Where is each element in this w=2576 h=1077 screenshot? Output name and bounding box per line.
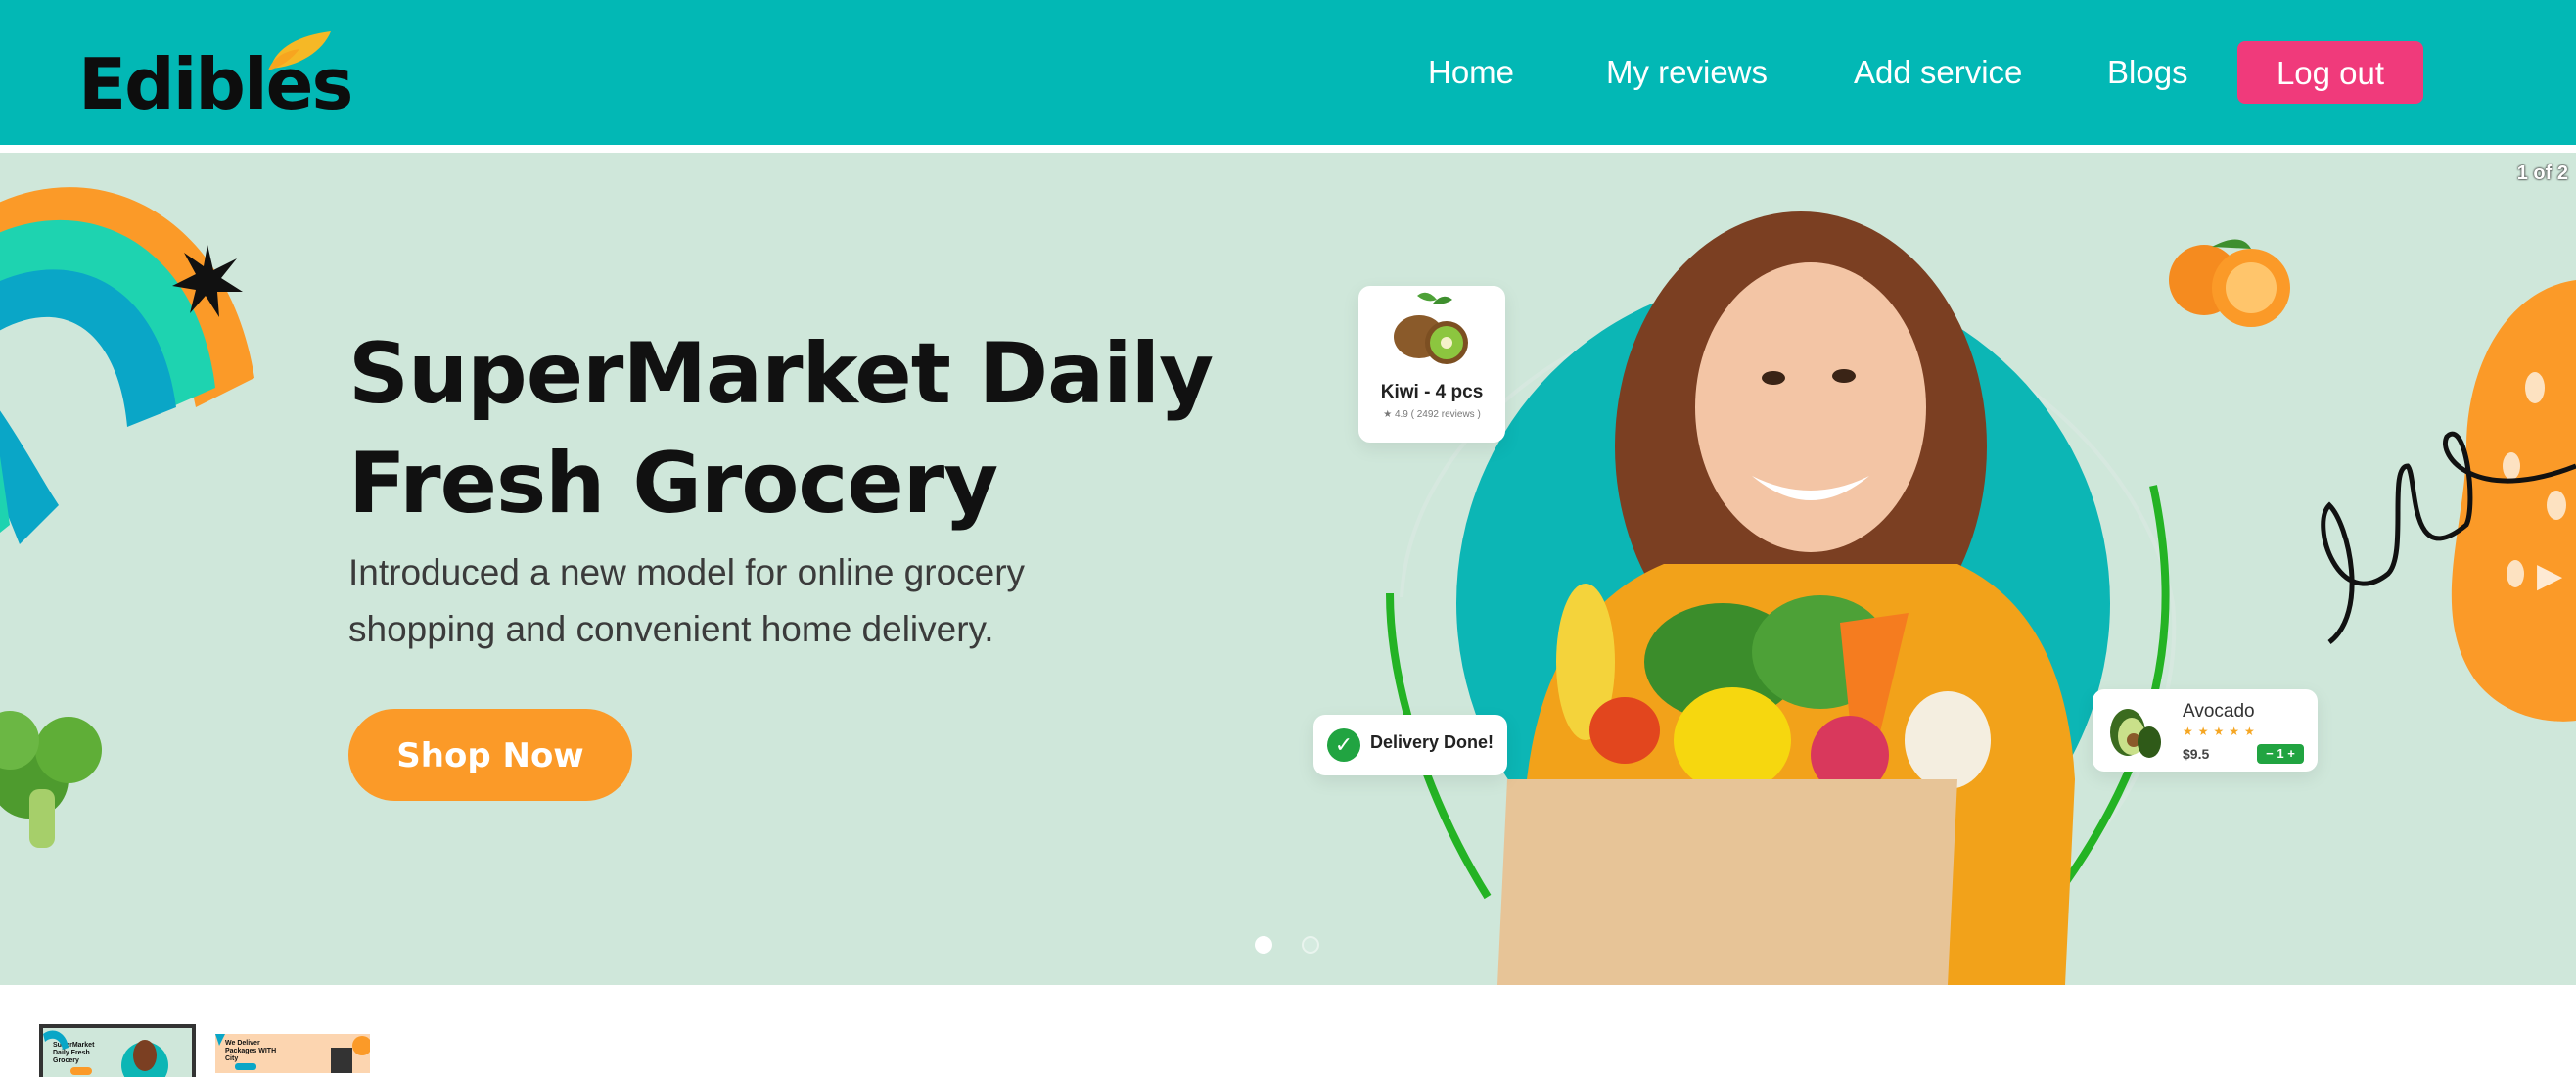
product-card-avocado: Avocado ★★★★★ $9.5 − 1 + — [2093, 689, 2318, 772]
hero-headline-line1: SuperMarket Daily — [348, 325, 1214, 423]
avocado-fruit-icon — [2110, 709, 2161, 758]
kiwi-card-rating: ★ 4.9 ( 2492 reviews ) — [1383, 409, 1481, 420]
avocado-rating-stars: ★★★★★ — [2183, 725, 2260, 738]
brand-logo[interactable]: Edibles — [78, 29, 353, 127]
kiwi-card-title: Kiwi - 4 pcs — [1380, 382, 1484, 402]
thumbnail-slide-1[interactable]: SuperMarket Daily Fresh Grocery — [39, 1024, 196, 1077]
orange-fruit-icon — [2169, 239, 2290, 327]
broccoli-icon — [0, 711, 102, 848]
carousel-dot-1[interactable] — [1255, 936, 1272, 954]
thumbnail-slide-2[interactable]: We Deliver Packages WITH City — [215, 1034, 370, 1073]
chevron-right-icon[interactable]: ▶ — [2537, 556, 2562, 595]
avocado-quantity-stepper[interactable]: − 1 + — [2257, 744, 2304, 764]
thumbnail-2-image — [215, 1034, 370, 1073]
nav-add-service[interactable]: Add service — [1854, 41, 2022, 104]
shop-now-button[interactable]: Shop Now — [348, 709, 632, 801]
nav-blogs[interactable]: Blogs — [2107, 41, 2188, 104]
header-divider — [0, 145, 2576, 153]
slide-counter: 1 of 2 — [2516, 163, 2568, 184]
top-navbar: Edibles Home My reviews Add service Blog… — [0, 0, 2576, 145]
delivery-status-card: ✓ Delivery Done! — [1313, 715, 1507, 775]
hero-subtext: Introduced a new model for online grocer… — [348, 544, 1151, 658]
thumbnail-1-image — [43, 1030, 168, 1077]
woman-with-grocery-bag-image — [1497, 211, 2075, 985]
delivery-status-text: Delivery Done! — [1370, 732, 1495, 752]
leaf-logo-icon — [268, 31, 331, 70]
avocado-card-title: Avocado — [2183, 701, 2255, 722]
hero-headline: SuperMarket Daily Fresh Grocery — [348, 319, 1229, 538]
kiwi-fruit-icon — [1394, 292, 1468, 364]
hero-carousel[interactable]: 1 of 2 SuperMarket Daily Fresh Grocery I… — [0, 153, 2576, 985]
nav-home[interactable]: Home — [1428, 41, 1514, 104]
carousel-dot-2[interactable] — [1302, 936, 1319, 954]
hero-headline-line2: Fresh Grocery — [348, 435, 998, 533]
nav-my-reviews[interactable]: My reviews — [1606, 41, 1768, 104]
check-icon: ✓ — [1327, 728, 1360, 762]
logout-button[interactable]: Log out — [2237, 41, 2423, 104]
avocado-price: $9.5 — [2183, 746, 2210, 762]
hero-subtext-line1: Introduced a new model for online grocer… — [348, 552, 1026, 592]
hero-subtext-line2: shopping and convenient home delivery. — [348, 609, 994, 649]
product-card-kiwi: Kiwi - 4 pcs ★ 4.9 ( 2492 reviews ) — [1358, 286, 1505, 443]
